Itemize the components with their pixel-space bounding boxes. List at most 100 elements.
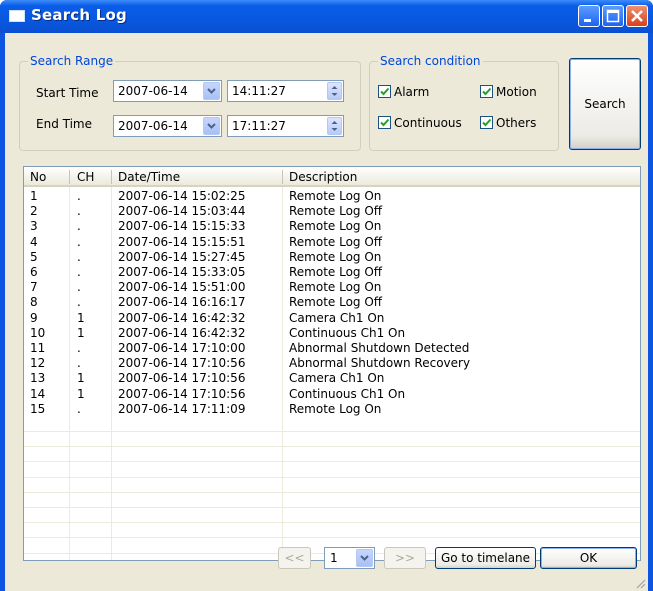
cell-datetime: 2007-06-14 15:27:45 (118, 249, 246, 264)
cell-description: Remote Log Off (289, 234, 383, 249)
table-row[interactable]: 6. 2007-06-14 15:33:05 Remote Log Off (24, 265, 640, 280)
cell-ch: . (77, 234, 81, 249)
table-row[interactable]: 12. 2007-06-14 17:10:56 Abnormal Shutdown … (24, 356, 640, 371)
cell-ch: 1 (77, 310, 85, 325)
cell-ch: 1 (77, 325, 85, 340)
motion-label[interactable]: Motion (496, 85, 537, 99)
minimize-button[interactable] (578, 5, 600, 27)
chevron-down-icon[interactable] (203, 117, 220, 135)
start-date-picker[interactable]: 2007-06-14 (113, 80, 222, 102)
table-row[interactable]: 5. 2007-06-14 15:27:45 Remote Log On (24, 250, 640, 265)
spin-updown-icon[interactable] (327, 117, 342, 135)
end-time-input[interactable]: 17:11:27 (227, 115, 344, 137)
cell-no: 2 (30, 204, 38, 219)
continuous-checkbox[interactable] (378, 116, 391, 129)
cell-description: Abnormal Shutdown Detected (289, 341, 470, 355)
maximize-button[interactable] (602, 5, 624, 27)
cell-datetime: 2007-06-14 17:11:09 (118, 401, 246, 416)
checkmark-icon (380, 118, 390, 127)
cell-ch: . (77, 249, 81, 264)
table-row[interactable]: 8. 2007-06-14 16:16:17 Remote Log Off (24, 295, 640, 310)
table-row[interactable]: 7. 2007-06-14 15:51:00 Remote Log On (24, 280, 640, 295)
cell-datetime: 2007-06-14 15:02:25 (118, 189, 246, 203)
chevron-down-icon[interactable] (356, 549, 373, 567)
motion-checkbox[interactable] (480, 85, 493, 98)
cell-no: 9 (30, 310, 38, 325)
cell-no: 15 (30, 401, 46, 416)
cell-datetime: 2007-06-14 15:51:00 (118, 280, 246, 295)
column-gridline (282, 187, 283, 560)
end-date-picker[interactable]: 2007-06-14 (113, 115, 222, 137)
alarm-checkbox[interactable] (378, 85, 391, 98)
close-button[interactable] (626, 5, 648, 27)
cell-ch: . (77, 341, 81, 355)
others-checkbox[interactable] (480, 116, 493, 129)
cell-ch: . (77, 280, 81, 295)
chevron-down-icon[interactable] (203, 82, 220, 100)
search-range-title: Search Range (28, 54, 116, 68)
table-row[interactable]: 13 1 2007-06-14 17:10:56 Camera Ch1 On (24, 371, 640, 386)
cell-datetime: 2007-06-14 15:03:44 (118, 204, 246, 219)
cell-ch: . (77, 356, 81, 371)
cell-description: Camera Ch1 On (289, 310, 385, 325)
row-gridline (24, 491, 640, 493)
table-row[interactable]: 11. 2007-06-14 17:10:00 Abnormal Shutdown … (24, 341, 640, 356)
search-button[interactable]: Search (569, 58, 641, 150)
dialog-client: Search Range Start Time End Time 2007-06… (5, 33, 648, 591)
search-range-group: Search Range (19, 54, 361, 151)
column-gridline (111, 187, 112, 560)
table-row[interactable]: 14 1 2007-06-14 17:10:56 Continuous Ch1 On (24, 387, 640, 402)
table-row[interactable]: 10 1 2007-06-14 16:42:32 Continuous Ch1 On (24, 326, 640, 341)
table-row[interactable]: 9 1 2007-06-14 16:42:32 Camera Ch1 On (24, 311, 640, 326)
cell-ch: 1 (77, 386, 85, 401)
title-bar[interactable]: Search Log (0, 0, 653, 33)
continuous-label[interactable]: Continuous (394, 116, 462, 130)
go-to-timelane-button[interactable]: Go to timelane (435, 547, 536, 569)
table-row[interactable]: 1. 2007-06-14 15:02:25 Remote Log On (24, 189, 640, 204)
table-row[interactable]: 2. 2007-06-14 15:03:44 Remote Log Off (24, 204, 640, 219)
ok-button[interactable]: OK (540, 547, 637, 569)
start-time-input[interactable]: 14:11:27 (227, 80, 344, 102)
cell-no: 10 (30, 325, 46, 340)
cell-no: 12 (30, 356, 46, 371)
cell-datetime: 2007-06-14 15:15:51 (118, 234, 246, 249)
cell-datetime: 2007-06-14 16:16:17 (118, 295, 246, 310)
checkmark-icon (482, 118, 492, 127)
cell-datetime: 2007-06-14 17:10:00 (118, 341, 246, 355)
page-select[interactable]: 1 (324, 547, 375, 569)
cell-no: 6 (30, 265, 38, 279)
cell-description: Remote Log On (289, 280, 382, 295)
table-row[interactable]: 3. 2007-06-14 15:15:33 Remote Log On (24, 219, 640, 234)
header-ch[interactable]: CH (77, 170, 94, 184)
cell-no: 14 (30, 386, 46, 401)
cell-datetime: 2007-06-14 17:10:56 (118, 371, 246, 386)
spin-updown-icon[interactable] (327, 82, 342, 100)
table-row[interactable]: 15. 2007-06-14 17:11:09 Remote Log On (24, 402, 640, 417)
header-datetime[interactable]: Date/Time (118, 170, 180, 184)
log-table[interactable]: No CH Date/Time Description 1. 2007-06-14… (23, 166, 641, 561)
header-no[interactable]: No (30, 170, 46, 184)
next-page-button[interactable]: >> (384, 547, 426, 569)
search-condition-title: Search condition (378, 54, 483, 68)
table-row[interactable]: 4. 2007-06-14 15:15:51 Remote Log Off (24, 235, 640, 250)
cell-description: Abnormal Shutdown Recovery (289, 356, 471, 371)
cell-description: Remote Log Off (289, 204, 383, 219)
cell-description: Remote Log On (289, 189, 382, 203)
row-gridline (24, 522, 640, 524)
alarm-label[interactable]: Alarm (394, 85, 429, 99)
column-gridline (69, 187, 70, 560)
cell-no: 5 (30, 249, 38, 264)
cell-datetime: 2007-06-14 16:42:32 (118, 325, 246, 340)
close-icon (631, 10, 643, 22)
cell-description: Continuous Ch1 On (289, 386, 406, 401)
checkmark-icon (380, 87, 390, 96)
cell-ch: 1 (77, 371, 85, 386)
cell-no: 11 (30, 341, 46, 355)
others-label[interactable]: Others (496, 116, 536, 130)
header-description[interactable]: Description (289, 170, 357, 184)
previous-page-button[interactable]: << (278, 547, 311, 569)
search-condition-group: Search condition (369, 54, 559, 151)
resize-grip-icon[interactable] (634, 577, 646, 589)
row-gridline (24, 431, 640, 432)
table-header: No CH Date/Time Description (24, 167, 640, 187)
